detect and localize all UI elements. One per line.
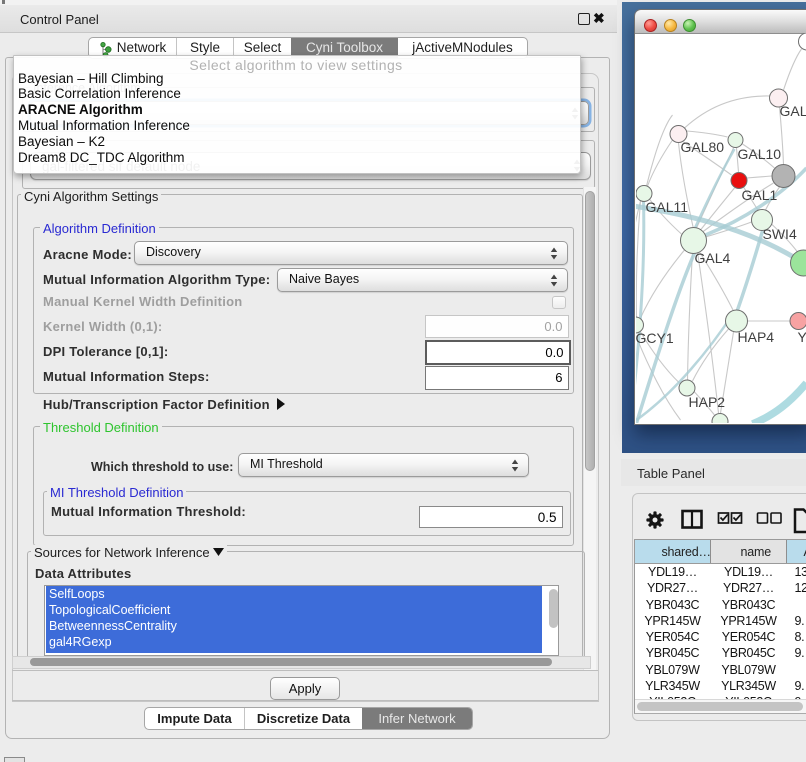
svg-text:GAL80: GAL80: [680, 139, 724, 155]
svg-text:GAL10: GAL10: [737, 146, 781, 162]
svg-text:GCY1: GCY1: [636, 330, 674, 346]
svg-text:HAP4: HAP4: [737, 329, 774, 345]
svg-text:GAL4: GAL4: [694, 250, 730, 266]
svg-text:GAL11: GAL11: [645, 199, 688, 215]
svg-text:SWI4: SWI4: [762, 226, 796, 242]
svg-text:GAL7: GAL7: [779, 103, 806, 119]
svg-text:HAP2: HAP2: [688, 394, 725, 410]
svg-text:YE: YE: [797, 329, 806, 345]
svg-text:GAL1: GAL1: [741, 187, 777, 203]
